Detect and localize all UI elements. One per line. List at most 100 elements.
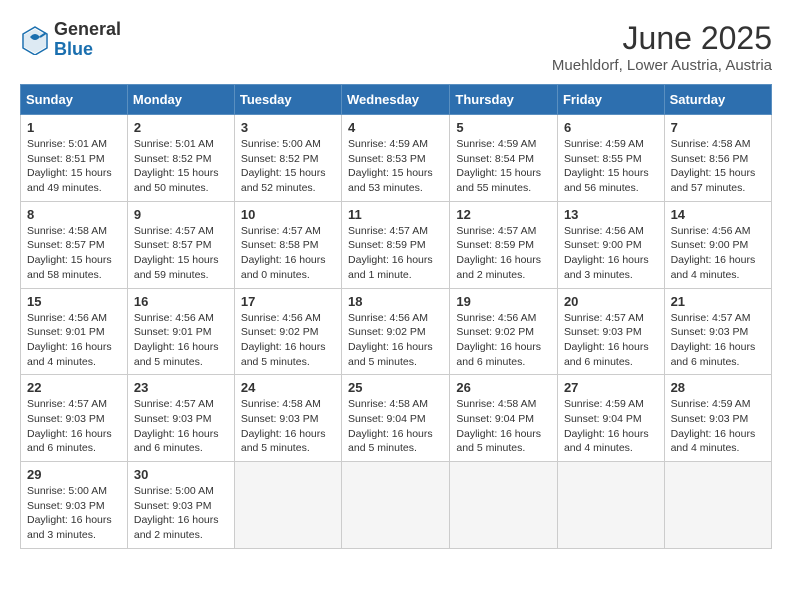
weekday-header-wednesday: Wednesday <box>342 85 450 115</box>
calendar-cell <box>664 462 771 549</box>
month-year-title: June 2025 <box>552 20 772 57</box>
week-row-5: 29 Sunrise: 5:00 AM Sunset: 9:03 PM Dayli… <box>21 462 772 549</box>
day-info: Sunrise: 4:59 AM Sunset: 8:53 PM Dayligh… <box>348 137 443 196</box>
calendar-cell: 7 Sunrise: 4:58 AM Sunset: 8:56 PM Daylig… <box>664 115 771 202</box>
day-info: Sunrise: 4:58 AM Sunset: 9:04 PM Dayligh… <box>456 397 551 456</box>
calendar-cell: 16 Sunrise: 4:56 AM Sunset: 9:01 PM Dayli… <box>127 288 234 375</box>
day-number: 3 <box>241 120 335 135</box>
calendar-cell: 11Sunrise: 4:57 AM Sunset: 8:59 PM Dayli… <box>342 201 450 288</box>
day-number: 7 <box>671 120 765 135</box>
calendar-cell: 14 Sunrise: 4:56 AM Sunset: 9:00 PM Dayli… <box>664 201 771 288</box>
day-info: Sunrise: 4:59 AM Sunset: 8:55 PM Dayligh… <box>564 137 658 196</box>
weekday-header-sunday: Sunday <box>21 85 128 115</box>
day-number: 15 <box>27 294 121 309</box>
day-info: Sunrise: 4:59 AM Sunset: 9:04 PM Dayligh… <box>564 397 658 456</box>
calendar-cell: 29 Sunrise: 5:00 AM Sunset: 9:03 PM Dayli… <box>21 462 128 549</box>
calendar-cell: 17 Sunrise: 4:56 AM Sunset: 9:02 PM Dayli… <box>234 288 341 375</box>
calendar-cell: 30Sunrise: 5:00 AM Sunset: 9:03 PM Dayli… <box>127 462 234 549</box>
day-info: Sunrise: 4:57 AM Sunset: 9:03 PM Dayligh… <box>134 397 228 456</box>
week-row-2: 8 Sunrise: 4:58 AM Sunset: 8:57 PM Daylig… <box>21 201 772 288</box>
calendar-cell: 8 Sunrise: 4:58 AM Sunset: 8:57 PM Daylig… <box>21 201 128 288</box>
weekday-header-monday: Monday <box>127 85 234 115</box>
calendar-cell: 3Sunrise: 5:00 AM Sunset: 8:52 PM Daylig… <box>234 115 341 202</box>
day-info: Sunrise: 4:58 AM Sunset: 9:03 PM Dayligh… <box>241 397 335 456</box>
calendar-cell: 4 Sunrise: 4:59 AM Sunset: 8:53 PM Daylig… <box>342 115 450 202</box>
location-subtitle: Muehldorf, Lower Austria, Austria <box>552 57 772 74</box>
weekday-header-tuesday: Tuesday <box>234 85 341 115</box>
day-number: 26 <box>456 380 551 395</box>
day-info: Sunrise: 4:56 AM Sunset: 9:02 PM Dayligh… <box>348 311 443 370</box>
calendar-cell: 9 Sunrise: 4:57 AM Sunset: 8:57 PM Daylig… <box>127 201 234 288</box>
calendar-cell: 13 Sunrise: 4:56 AM Sunset: 9:00 PM Dayli… <box>557 201 664 288</box>
week-row-3: 15 Sunrise: 4:56 AM Sunset: 9:01 PM Dayli… <box>21 288 772 375</box>
day-number: 2 <box>134 120 228 135</box>
day-number: 24 <box>241 380 335 395</box>
day-info: Sunrise: 4:57 AM Sunset: 8:57 PM Dayligh… <box>134 224 228 283</box>
calendar-cell: 25Sunrise: 4:58 AM Sunset: 9:04 PM Dayli… <box>342 375 450 462</box>
day-info: Sunrise: 4:57 AM Sunset: 8:58 PM Dayligh… <box>241 224 335 283</box>
day-info: Sunrise: 4:56 AM Sunset: 9:00 PM Dayligh… <box>564 224 658 283</box>
calendar-cell: 19Sunrise: 4:56 AM Sunset: 9:02 PM Dayli… <box>450 288 558 375</box>
day-number: 9 <box>134 207 228 222</box>
day-number: 8 <box>27 207 121 222</box>
day-number: 11 <box>348 207 443 222</box>
day-info: Sunrise: 4:56 AM Sunset: 9:02 PM Dayligh… <box>241 311 335 370</box>
day-number: 23 <box>134 380 228 395</box>
page-header: General Blue June 2025 Muehldorf, Lower … <box>20 20 772 74</box>
calendar-cell: 24 Sunrise: 4:58 AM Sunset: 9:03 PM Dayli… <box>234 375 341 462</box>
calendar-cell: 21Sunrise: 4:57 AM Sunset: 9:03 PM Dayli… <box>664 288 771 375</box>
day-info: Sunrise: 5:00 AM Sunset: 9:03 PM Dayligh… <box>27 484 121 543</box>
day-number: 29 <box>27 467 121 482</box>
day-info: Sunrise: 5:01 AM Sunset: 8:52 PM Dayligh… <box>134 137 228 196</box>
calendar-cell <box>557 462 664 549</box>
logo-icon <box>20 25 50 55</box>
calendar-cell: 6 Sunrise: 4:59 AM Sunset: 8:55 PM Daylig… <box>557 115 664 202</box>
calendar-cell <box>234 462 341 549</box>
day-info: Sunrise: 4:57 AM Sunset: 8:59 PM Dayligh… <box>456 224 551 283</box>
calendar-cell: 23 Sunrise: 4:57 AM Sunset: 9:03 PM Dayli… <box>127 375 234 462</box>
weekday-header-friday: Friday <box>557 85 664 115</box>
day-number: 14 <box>671 207 765 222</box>
day-number: 13 <box>564 207 658 222</box>
day-number: 10 <box>241 207 335 222</box>
calendar-cell: 12 Sunrise: 4:57 AM Sunset: 8:59 PM Dayli… <box>450 201 558 288</box>
day-info: Sunrise: 4:58 AM Sunset: 8:57 PM Dayligh… <box>27 224 121 283</box>
calendar-cell: 1Sunrise: 5:01 AM Sunset: 8:51 PM Daylig… <box>21 115 128 202</box>
day-number: 5 <box>456 120 551 135</box>
day-number: 16 <box>134 294 228 309</box>
calendar-cell: 18Sunrise: 4:56 AM Sunset: 9:02 PM Dayli… <box>342 288 450 375</box>
calendar-cell <box>342 462 450 549</box>
day-info: Sunrise: 5:00 AM Sunset: 9:03 PM Dayligh… <box>134 484 228 543</box>
day-info: Sunrise: 4:56 AM Sunset: 9:01 PM Dayligh… <box>134 311 228 370</box>
calendar-cell: 15 Sunrise: 4:56 AM Sunset: 9:01 PM Dayli… <box>21 288 128 375</box>
calendar-cell: 10 Sunrise: 4:57 AM Sunset: 8:58 PM Dayli… <box>234 201 341 288</box>
week-row-4: 22Sunrise: 4:57 AM Sunset: 9:03 PM Dayli… <box>21 375 772 462</box>
day-info: Sunrise: 4:56 AM Sunset: 9:00 PM Dayligh… <box>671 224 765 283</box>
day-info: Sunrise: 4:56 AM Sunset: 9:01 PM Dayligh… <box>27 311 121 370</box>
logo: General Blue <box>20 20 121 60</box>
day-number: 4 <box>348 120 443 135</box>
calendar-cell: 2 Sunrise: 5:01 AM Sunset: 8:52 PM Daylig… <box>127 115 234 202</box>
calendar-cell <box>450 462 558 549</box>
weekday-header-thursday: Thursday <box>450 85 558 115</box>
day-info: Sunrise: 4:57 AM Sunset: 9:03 PM Dayligh… <box>564 311 658 370</box>
calendar-table: SundayMondayTuesdayWednesdayThursdayFrid… <box>20 84 772 549</box>
day-number: 12 <box>456 207 551 222</box>
calendar-cell: 20Sunrise: 4:57 AM Sunset: 9:03 PM Dayli… <box>557 288 664 375</box>
day-info: Sunrise: 4:58 AM Sunset: 8:56 PM Dayligh… <box>671 137 765 196</box>
day-info: Sunrise: 4:58 AM Sunset: 9:04 PM Dayligh… <box>348 397 443 456</box>
day-number: 17 <box>241 294 335 309</box>
day-info: Sunrise: 4:56 AM Sunset: 9:02 PM Dayligh… <box>456 311 551 370</box>
calendar-cell: 5 Sunrise: 4:59 AM Sunset: 8:54 PM Daylig… <box>450 115 558 202</box>
calendar-cell: 27 Sunrise: 4:59 AM Sunset: 9:04 PM Dayli… <box>557 375 664 462</box>
calendar-cell: 28Sunrise: 4:59 AM Sunset: 9:03 PM Dayli… <box>664 375 771 462</box>
calendar-cell: 22Sunrise: 4:57 AM Sunset: 9:03 PM Dayli… <box>21 375 128 462</box>
day-info: Sunrise: 4:59 AM Sunset: 8:54 PM Dayligh… <box>456 137 551 196</box>
day-number: 1 <box>27 120 121 135</box>
title-area: June 2025 Muehldorf, Lower Austria, Aust… <box>552 20 772 74</box>
weekday-header-saturday: Saturday <box>664 85 771 115</box>
day-number: 6 <box>564 120 658 135</box>
day-number: 21 <box>671 294 765 309</box>
week-row-1: 1Sunrise: 5:01 AM Sunset: 8:51 PM Daylig… <box>21 115 772 202</box>
day-number: 27 <box>564 380 658 395</box>
